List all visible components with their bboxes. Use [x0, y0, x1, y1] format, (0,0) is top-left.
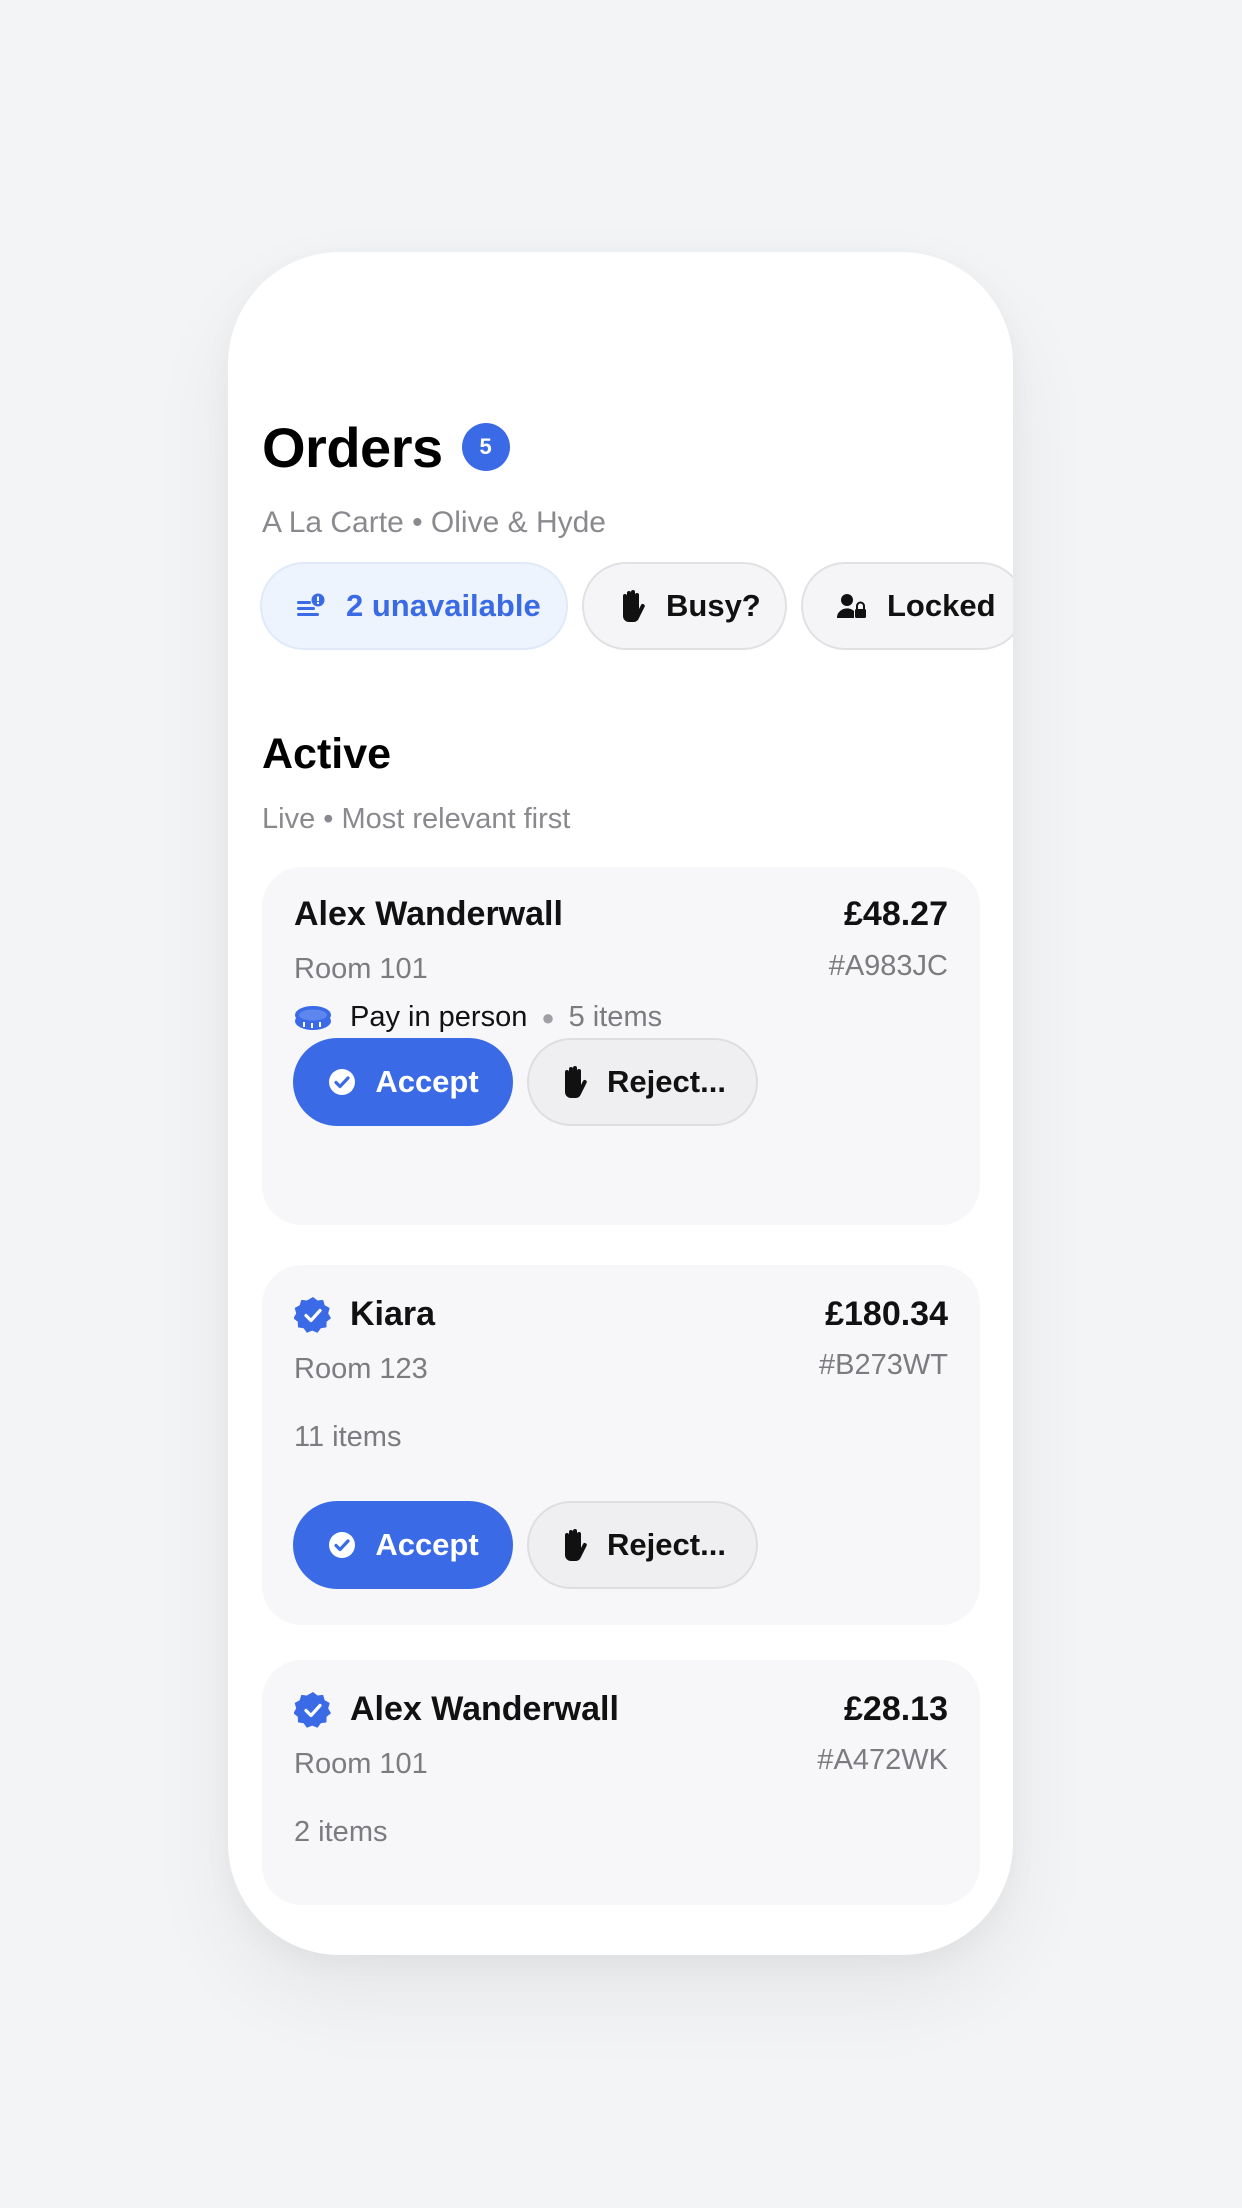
reject-label: Reject...: [607, 1064, 726, 1099]
order-actions: Accept Reject...: [293, 1501, 758, 1589]
order-meta: 11 items: [294, 1421, 401, 1454]
page-title: Orders: [262, 415, 443, 479]
order-reference: #A472WK: [817, 1744, 948, 1776]
order-price: £48.27: [844, 895, 948, 933]
coins-icon: [295, 1005, 331, 1030]
phone-screen: Orders 5 A La Carte • Olive & Hyde 2 una…: [228, 252, 1013, 1955]
section-title: Active: [262, 730, 392, 778]
check-circle-icon: [329, 1532, 356, 1558]
order-card[interactable]: Alex Wanderwall £48.27 Room 101 #A983JC …: [262, 867, 980, 1225]
item-count: 11 items: [294, 1421, 402, 1453]
accept-label: Accept: [375, 1527, 479, 1562]
accept-label: Accept: [375, 1064, 479, 1099]
separator-dot: ●: [541, 1004, 555, 1030]
hand-icon: [618, 586, 646, 626]
accept-button[interactable]: Accept: [293, 1501, 513, 1589]
hand-icon: [565, 1529, 587, 1561]
customer-name-text: Kiara: [350, 1295, 436, 1333]
verified-badge-icon: [294, 1296, 331, 1333]
status-chips: 2 unavailable Busy? Locked: [260, 562, 1013, 650]
item-count: 5 items: [568, 1001, 663, 1033]
order-reference: #A983JC: [828, 950, 948, 982]
list-alert-icon: [296, 586, 326, 626]
payment-label: Pay in person: [350, 1001, 528, 1033]
accept-button[interactable]: Accept: [293, 1038, 513, 1126]
verified-badge-icon: [294, 1691, 331, 1728]
room-number: Room 123: [294, 1353, 428, 1385]
room-number: Room 101: [294, 953, 428, 985]
reject-button[interactable]: Reject...: [527, 1038, 758, 1126]
customer-name-text: Alex Wanderwall: [294, 895, 563, 933]
customer-name: Kiara: [294, 1295, 435, 1334]
payment-method: Pay in person: [294, 1001, 527, 1034]
unavailable-chip-label: 2 unavailable: [346, 588, 541, 623]
user-lock-icon: [837, 586, 867, 626]
order-reference: #B273WT: [819, 1349, 948, 1381]
item-count: 2 items: [294, 1816, 388, 1848]
busy-chip[interactable]: Busy?: [582, 562, 787, 650]
locked-chip-label: Locked: [887, 588, 996, 623]
active-section-header: Active Live • Most relevant first: [262, 730, 570, 836]
order-card[interactable]: Kiara £180.34 Room 123 #B273WT 11 items …: [262, 1265, 980, 1625]
order-meta: 2 items: [294, 1816, 387, 1849]
order-price: £28.13: [844, 1690, 948, 1728]
customer-name: Alex Wanderwall: [294, 1690, 619, 1729]
order-card[interactable]: Alex Wanderwall £28.13 Room 101 #A472WK …: [262, 1660, 980, 1905]
reject-button[interactable]: Reject...: [527, 1501, 758, 1589]
busy-chip-label: Busy?: [666, 588, 761, 623]
check-circle-icon: [329, 1069, 356, 1095]
header: Orders 5 A La Carte • Olive & Hyde: [262, 410, 1013, 540]
section-subtitle: Live • Most relevant first: [262, 803, 571, 835]
order-meta: Pay in person ● 5 items: [294, 1001, 662, 1034]
locked-chip[interactable]: Locked: [801, 562, 1013, 650]
customer-name-text: Alex Wanderwall: [350, 1690, 619, 1728]
venue-subtitle: A La Carte • Olive & Hyde: [262, 506, 606, 539]
unavailable-chip[interactable]: 2 unavailable: [260, 562, 568, 650]
customer-name: Alex Wanderwall: [294, 895, 563, 934]
order-actions: Accept Reject...: [293, 1038, 758, 1126]
hand-icon: [565, 1066, 587, 1098]
order-price: £180.34: [825, 1295, 948, 1333]
orders-count-badge: 5: [461, 423, 510, 471]
reject-label: Reject...: [607, 1527, 726, 1562]
title-row: Orders 5: [262, 410, 1013, 484]
room-number: Room 101: [294, 1748, 428, 1780]
